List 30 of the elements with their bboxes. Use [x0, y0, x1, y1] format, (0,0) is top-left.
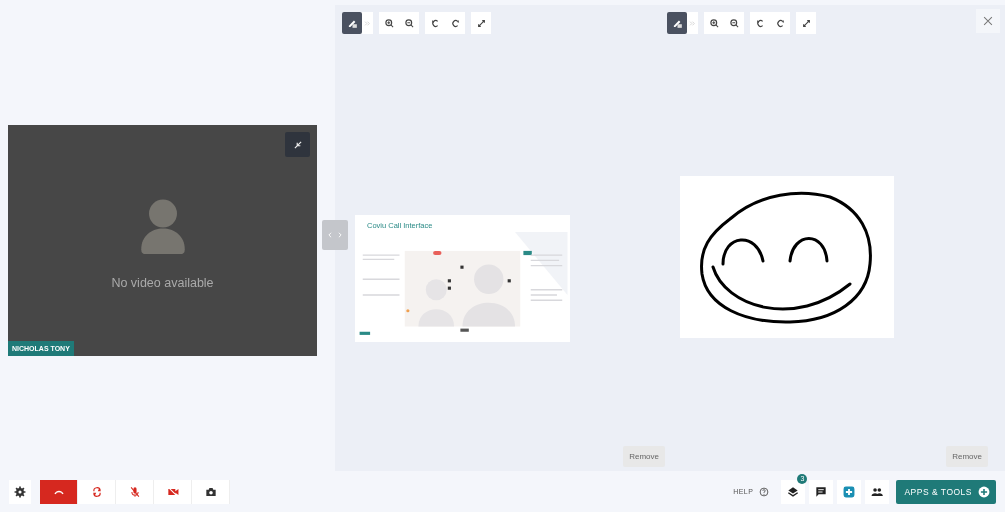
chat-button[interactable] — [809, 479, 834, 504]
apps-tools-button[interactable]: APPS & TOOLS — [896, 479, 996, 504]
pen-tool-button[interactable] — [667, 12, 687, 34]
snapshot-button[interactable] — [192, 479, 230, 504]
switch-camera-button[interactable] — [78, 479, 116, 504]
zoom-out-icon — [727, 16, 741, 30]
layers-button[interactable] — [781, 479, 806, 504]
participants-button[interactable] — [865, 479, 890, 504]
close-button[interactable] — [976, 9, 1000, 33]
whiteboard-canvas[interactable] — [680, 176, 894, 338]
zoom-out-icon — [402, 16, 416, 30]
chat-icon — [814, 484, 829, 499]
status-text: No video available — [111, 276, 214, 290]
close-icon — [981, 14, 995, 28]
fullscreen-button[interactable] — [796, 12, 816, 34]
video-button[interactable] — [154, 479, 192, 504]
zoom-in-icon — [382, 16, 396, 30]
zoom-in-icon — [707, 16, 721, 30]
settings-button[interactable] — [9, 479, 31, 504]
plus-icon — [977, 484, 991, 499]
plus-icon — [842, 484, 857, 499]
pen-tool-button[interactable] — [342, 12, 362, 34]
fullscreen-button[interactable] — [471, 12, 491, 34]
remove-button[interactable]: Remove — [623, 446, 665, 467]
microphone-button[interactable] — [116, 479, 154, 504]
add-button[interactable] — [837, 479, 862, 504]
remove-button[interactable]: Remove — [946, 446, 988, 467]
hang-up-button[interactable] — [40, 479, 78, 504]
settings-icon — [13, 484, 27, 499]
collapse-button[interactable] — [285, 132, 310, 157]
